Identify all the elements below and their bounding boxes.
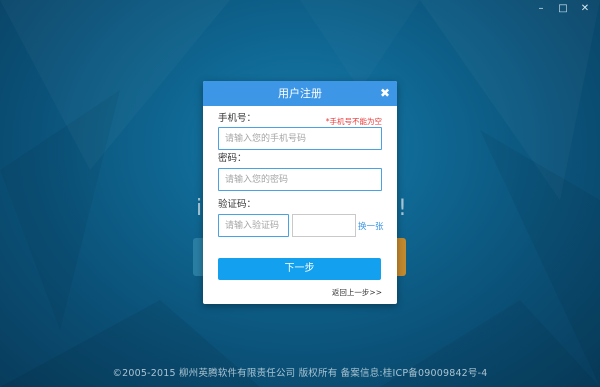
register-dialog: 用户注册 ✖ 手机号： *手机号不能为空 密码： 验证码： 换一张 下一步 返回…: [203, 81, 397, 304]
app-window: – □ ✕ i ! 用户注册 ✖ 手机号： *手机号不能为空 密码： 验证码： …: [0, 0, 600, 387]
minimize-button[interactable]: –: [530, 2, 552, 16]
background-button-right: [396, 238, 406, 276]
password-label: 密码：: [218, 153, 247, 164]
captcha-input[interactable]: [218, 214, 289, 237]
captcha-image[interactable]: [292, 214, 356, 237]
dialog-header: 用户注册 ✖: [203, 81, 397, 106]
captcha-label: 验证码：: [218, 199, 257, 210]
window-close-button[interactable]: ✕: [574, 2, 596, 16]
footer-copyright: ©2005-2015 柳州英腾软件有限责任公司 版权所有 备案信息:桂ICP备0…: [112, 368, 488, 379]
phone-label: 手机号：: [218, 113, 257, 124]
background-ghost-text-right: !: [398, 196, 407, 221]
refresh-captcha-link[interactable]: 换一张: [358, 220, 384, 232]
phone-error-message: *手机号不能为空: [325, 117, 382, 126]
background-ghost-text-left: i: [196, 196, 203, 221]
maximize-button[interactable]: □: [552, 2, 574, 16]
password-input[interactable]: [218, 168, 382, 191]
close-icon[interactable]: ✖: [380, 81, 390, 106]
phone-input[interactable]: [218, 127, 382, 150]
back-link[interactable]: 返回上一步>>: [332, 287, 382, 298]
window-controls: – □ ✕: [530, 2, 596, 16]
dialog-title: 用户注册: [278, 87, 322, 100]
next-step-button[interactable]: 下一步: [218, 258, 381, 280]
